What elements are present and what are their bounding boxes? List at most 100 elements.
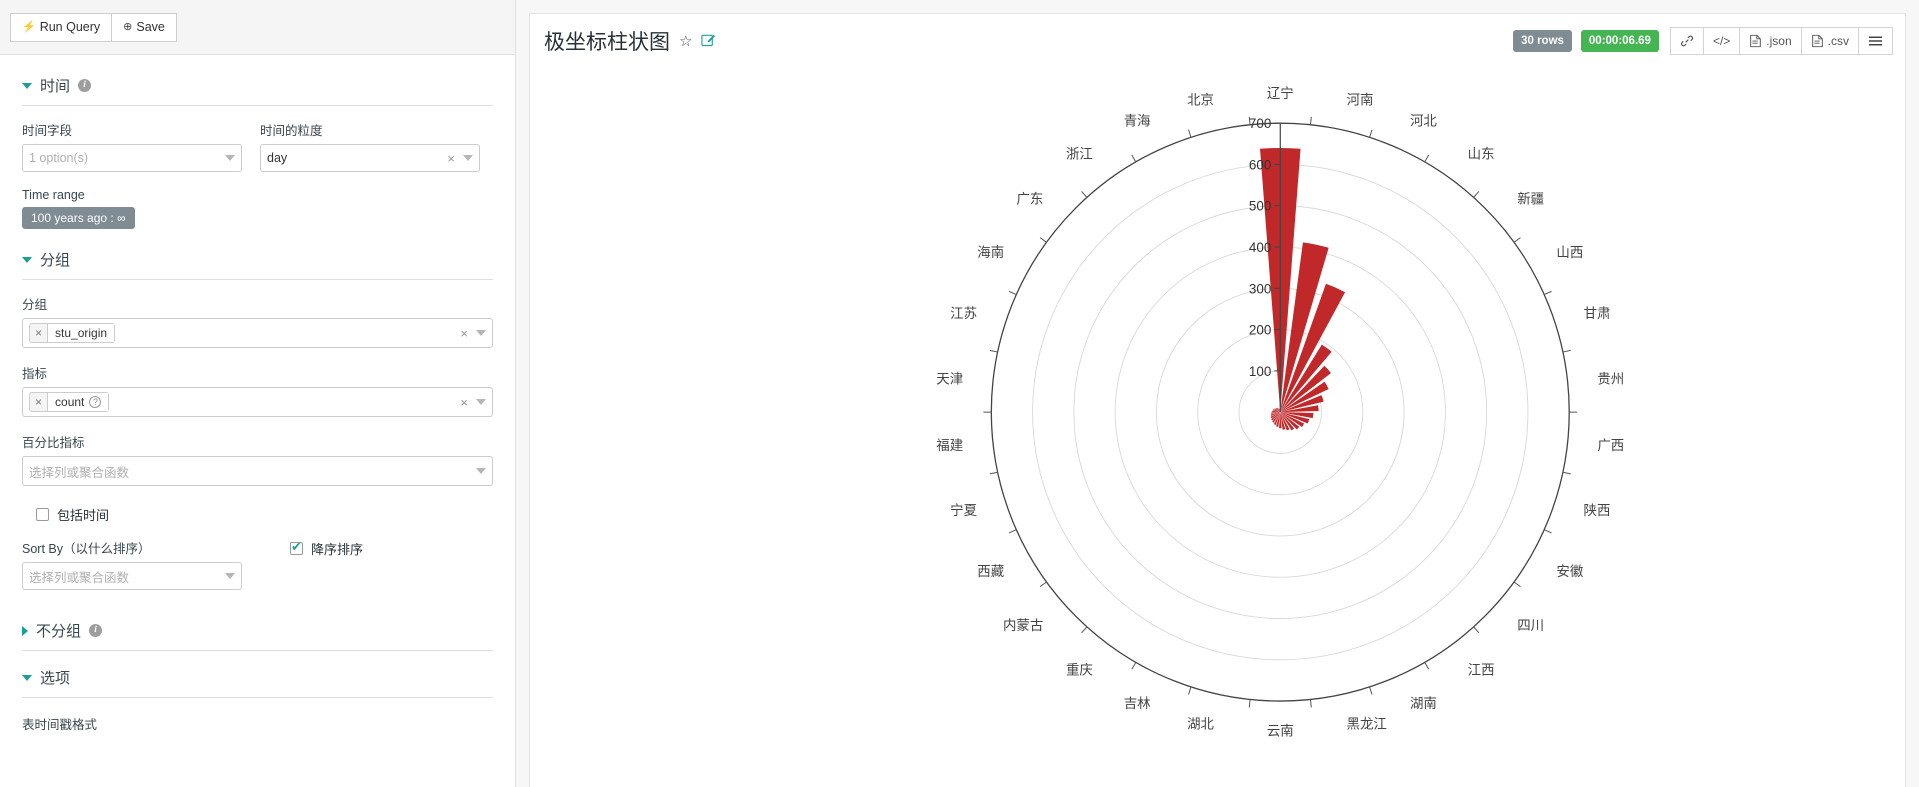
- section-title-options: 选项: [40, 670, 71, 687]
- include-time-row[interactable]: 包括时间: [22, 486, 493, 524]
- table-timestamp-format-field: 表时间戳格式: [22, 698, 493, 733]
- time-column-field: 时间字段 1 option(s): [22, 120, 242, 172]
- angular-axis-label: 陕西: [1584, 503, 1611, 518]
- section-header-not-grouped[interactable]: 不分组 i: [22, 590, 493, 651]
- metrics-pill[interactable]: × count ?: [29, 392, 110, 412]
- angular-axis-label: 湖南: [1410, 696, 1437, 711]
- help-icon[interactable]: ?: [89, 396, 102, 408]
- angular-axis-label: 内蒙古: [1003, 618, 1043, 633]
- time-grain-select[interactable]: day ×: [260, 144, 480, 172]
- sort-desc-row[interactable]: 降序排序: [290, 539, 363, 558]
- svg-text:300: 300: [1249, 281, 1271, 296]
- sortby-field: Sort By（以什么排序） 选择列或聚合函数: [22, 538, 242, 590]
- panel-scroll-region: 时间 i 时间字段 1 option(s) 时间的粒度 day × Time r…: [0, 55, 515, 787]
- angular-axis-label: 安徽: [1556, 564, 1583, 579]
- metrics-select[interactable]: × count ? ×: [22, 387, 493, 417]
- chevron-down-icon: [225, 155, 235, 161]
- chart-card: 极坐标柱状图 ☆ 30 rows 00:00:06.69 </> .json .…: [529, 13, 1906, 787]
- metrics-value: count: [55, 395, 85, 409]
- chart-title-text: 极坐标柱状图: [544, 31, 670, 54]
- angular-axis-label: 江西: [1468, 663, 1495, 678]
- time-grain-value: day: [267, 151, 288, 165]
- percent-metrics-select[interactable]: 选择列或聚合函数: [22, 456, 493, 486]
- remove-icon[interactable]: ×: [30, 324, 49, 342]
- clear-icon[interactable]: ×: [460, 395, 476, 410]
- groupby-value: stu_origin: [55, 326, 108, 340]
- sortby-row: Sort By（以什么排序） 选择列或聚合函数 降序排序: [22, 538, 493, 590]
- include-time-label: 包括时间: [57, 508, 110, 523]
- json-export-label: .json: [1766, 34, 1792, 48]
- menu-icon[interactable]: [1859, 27, 1893, 55]
- sort-desc-label: 降序排序: [311, 542, 364, 557]
- time-grain-label: 时间的粒度: [260, 124, 323, 138]
- angular-axis-label: 吉林: [1124, 696, 1151, 711]
- code-icon[interactable]: </>: [1703, 27, 1741, 55]
- groupby-select[interactable]: × stu_origin ×: [22, 318, 493, 348]
- angular-axis-label: 辽宁: [1267, 85, 1294, 101]
- star-outline-icon[interactable]: ☆: [679, 32, 692, 50]
- save-button[interactable]: ⊕ Save: [112, 12, 177, 42]
- edit-pencil-icon[interactable]: [701, 32, 716, 51]
- section-title-groupby: 分组: [40, 252, 71, 269]
- sortby-select[interactable]: 选择列或聚合函数: [22, 562, 242, 590]
- angular-axis-label: 黑龙江: [1347, 716, 1387, 731]
- chevron-down-icon: [463, 155, 473, 161]
- angular-axis-label: 四川: [1517, 618, 1544, 633]
- chevron-down-icon: [476, 468, 486, 474]
- time-range-badge[interactable]: 100 years ago : ∞: [22, 207, 135, 229]
- angular-axis-label: 云南: [1267, 723, 1294, 738]
- status-badge-rows: 30 rows: [1513, 29, 1572, 53]
- chart-panel: 极坐标柱状图 ☆ 30 rows 00:00:06.69 </> .json .…: [516, 0, 1919, 787]
- polar-chart-svg[interactable]: 100 200 300 400 500 600 700 辽宁 河南河北山东新疆山西甘肃贵州广西陕…: [530, 68, 1905, 787]
- status-badge-duration: 00:00:06.69: [1580, 29, 1659, 53]
- table-timestamp-format-label: 表时间戳格式: [22, 718, 98, 732]
- angular-axis-label: 北京: [1187, 93, 1214, 108]
- metrics-label: 指标: [22, 367, 48, 381]
- include-time-checkbox[interactable]: [36, 508, 49, 521]
- groupby-label: 分组: [22, 298, 48, 312]
- section-header-groupby[interactable]: 分组: [22, 229, 493, 280]
- clear-icon[interactable]: ×: [447, 151, 463, 166]
- csv-export-button[interactable]: .csv: [1801, 27, 1859, 55]
- sort-desc-checkbox[interactable]: [290, 540, 303, 555]
- chevron-down-icon: [22, 82, 32, 89]
- time-range-field: Time range 100 years ago : ∞: [22, 188, 493, 229]
- groupby-field: 分组 × stu_origin ×: [22, 280, 493, 348]
- percent-metrics-label: 百分比指标: [22, 436, 85, 450]
- angular-axis-label: 河南: [1347, 93, 1374, 108]
- polar-bar-chart[interactable]: 100 200 300 400 500 600 700 辽宁 河南 河北 山东 新疆 山西 甘肃 贵州 广西陕…: [530, 68, 1905, 787]
- angular-axis-label: 天津: [936, 371, 963, 386]
- time-column-value: 1 option(s): [29, 151, 89, 165]
- section-header-time[interactable]: 时间 i: [22, 55, 493, 106]
- angular-axis-label: 广东: [1016, 191, 1043, 206]
- angular-axis-label: 广西: [1597, 438, 1624, 453]
- angular-axis-label: 山东: [1468, 147, 1495, 162]
- chevron-down-icon: [225, 573, 235, 579]
- sortby-label: Sort By（以什么排序）: [22, 542, 151, 556]
- run-query-button[interactable]: ⚡ Run Query: [10, 12, 113, 42]
- clear-icon[interactable]: ×: [460, 326, 476, 341]
- angular-axis-label: 贵州: [1597, 371, 1624, 386]
- angular-axis-label: 山西: [1556, 245, 1583, 260]
- remove-icon[interactable]: ×: [30, 393, 49, 411]
- time-fields-row: 时间字段 1 option(s) 时间的粒度 day ×: [22, 106, 493, 172]
- groupby-pill[interactable]: × stu_origin: [29, 323, 116, 343]
- section-header-options[interactable]: 选项: [22, 651, 493, 698]
- percent-metrics-field: 百分比指标 选择列或聚合函数: [22, 417, 493, 486]
- angular-axis-label: 甘肃: [1584, 306, 1611, 321]
- chevron-down-icon: [22, 256, 32, 263]
- svg-text:400: 400: [1249, 240, 1271, 255]
- plus-circle-icon: ⊕: [123, 20, 133, 33]
- time-column-select[interactable]: 1 option(s): [22, 144, 242, 172]
- bolt-icon: ⚡: [22, 20, 36, 33]
- angular-axis-label: 海南: [977, 245, 1004, 260]
- info-icon[interactable]: i: [78, 79, 92, 92]
- info-icon[interactable]: i: [89, 624, 103, 637]
- link-icon[interactable]: [1669, 27, 1704, 55]
- angular-axis-label: 新疆: [1517, 191, 1544, 206]
- chevron-down-icon: [476, 330, 486, 336]
- json-export-button[interactable]: .json: [1740, 27, 1802, 55]
- angular-axis-label: 浙江: [1066, 147, 1093, 162]
- chart-header-actions: 30 rows 00:00:06.69 </> .json .csv: [1513, 27, 1893, 55]
- angular-axis-label: 西藏: [977, 564, 1004, 579]
